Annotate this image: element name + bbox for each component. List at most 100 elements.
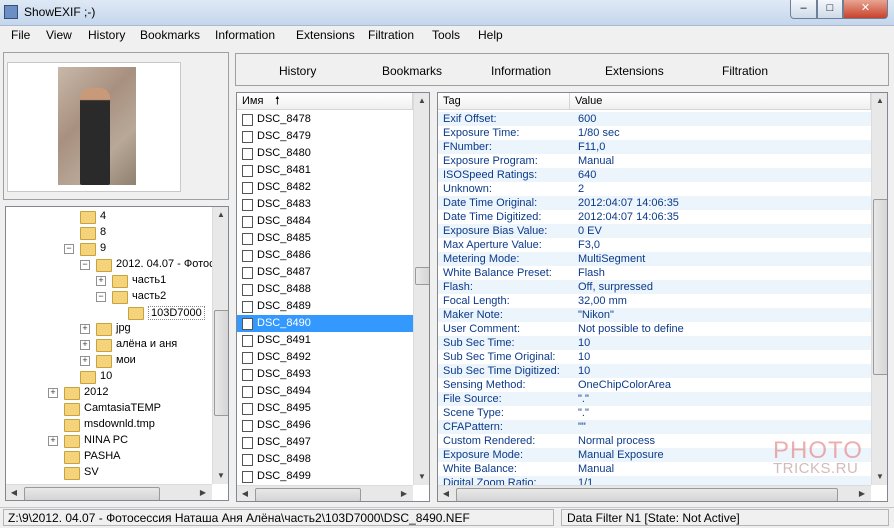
file-list-item[interactable]: DSC_8492: [237, 349, 413, 366]
file-list-item[interactable]: DSC_8482: [237, 179, 413, 196]
file-list-item[interactable]: DSC_8485: [237, 230, 413, 247]
file-list-item[interactable]: DSC_8481: [237, 162, 413, 179]
menu-history[interactable]: History: [88, 28, 125, 42]
tag-row[interactable]: FNumber: F11,0: [438, 140, 871, 154]
tag-row[interactable]: Exif Offset: 600: [438, 112, 871, 126]
tag-row[interactable]: Date Time Digitized: 2012:04:07 14:06:35: [438, 210, 871, 224]
tag-row[interactable]: White Balance Preset: Flash: [438, 266, 871, 280]
file-list-item[interactable]: DSC_8490: [237, 315, 413, 332]
file-list-item[interactable]: DSC_8479: [237, 128, 413, 145]
tag-row[interactable]: Exposure Bias Value: 0 EV: [438, 224, 871, 238]
menu-file[interactable]: File: [11, 28, 30, 42]
menu-information[interactable]: Information: [215, 28, 275, 42]
scroll-up-arrow-icon[interactable]: ▲: [872, 93, 887, 109]
file-list-item[interactable]: DSC_8494: [237, 383, 413, 400]
tag-row[interactable]: File Source: ".": [438, 392, 871, 406]
toolbar-history-button[interactable]: History: [279, 64, 316, 78]
file-list-item[interactable]: DSC_8496: [237, 417, 413, 434]
menu-tools[interactable]: Tools: [432, 28, 460, 42]
expand-icon[interactable]: +: [48, 436, 58, 446]
scroll-up-arrow-icon[interactable]: ▲: [213, 207, 228, 223]
menu-extensions[interactable]: Extensions: [296, 28, 355, 42]
tag-row[interactable]: User Comment: Not possible to define: [438, 322, 871, 336]
file-horizontal-scrollbar[interactable]: ◀ ▶: [237, 485, 413, 501]
file-list-item[interactable]: DSC_8486: [237, 247, 413, 264]
expand-icon[interactable]: +: [80, 324, 90, 334]
file-list-item[interactable]: DSC_8497: [237, 434, 413, 451]
scroll-down-arrow-icon[interactable]: ▼: [872, 469, 887, 485]
toolbar-extensions-button[interactable]: Extensions: [605, 64, 664, 78]
file-list-item[interactable]: DSC_8498: [237, 451, 413, 468]
collapse-icon[interactable]: −: [64, 244, 74, 254]
file-vertical-scrollbar[interactable]: ▲ ▼: [413, 93, 429, 485]
file-list-item[interactable]: DSC_8480: [237, 145, 413, 162]
tree-vertical-scrollbar[interactable]: ▲ ▼: [212, 207, 228, 484]
folder-tree[interactable]: 4 8−9−2012. 04.07 - Фотосе + часть1− часть2 1…: [5, 206, 229, 501]
close-button[interactable]: ✕: [843, 0, 888, 19]
tag-column-header[interactable]: Tag: [438, 93, 570, 110]
scroll-left-arrow-icon[interactable]: ◀: [237, 486, 253, 501]
file-list-item[interactable]: DSC_8499: [237, 468, 413, 485]
tag-row[interactable]: Metering Mode: MultiSegment: [438, 252, 871, 266]
tag-row[interactable]: Focal Length: 32,00 mm: [438, 294, 871, 308]
file-list-item[interactable]: DSC_8495: [237, 400, 413, 417]
tag-row[interactable]: CFAPattern: "": [438, 420, 871, 434]
file-list-item[interactable]: DSC_8478: [237, 111, 413, 128]
menu-help[interactable]: Help: [478, 28, 503, 42]
file-list[interactable]: Имя 🠕 DSC_8478 DSC_8479 DSC_8480 DSC_8481 DS…: [236, 92, 430, 502]
file-list-item[interactable]: DSC_8487: [237, 264, 413, 281]
file-list-item[interactable]: DSC_8493: [237, 366, 413, 383]
tag-row[interactable]: Sub Sec Time Original: 10: [438, 350, 871, 364]
tag-row[interactable]: Exposure Program: Manual: [438, 154, 871, 168]
menu-bookmarks[interactable]: Bookmarks: [140, 28, 200, 42]
tag-row[interactable]: Max Aperture Value: F3,0: [438, 238, 871, 252]
expand-icon[interactable]: +: [48, 388, 58, 398]
tag-hscroll-thumb[interactable]: [456, 488, 838, 501]
minimize-button[interactable]: –: [790, 0, 817, 19]
scroll-up-arrow-icon[interactable]: ▲: [414, 93, 429, 109]
tag-row[interactable]: Date Time Original: 2012:04:07 14:06:35: [438, 196, 871, 210]
expand-icon[interactable]: +: [80, 356, 90, 366]
file-list-item[interactable]: DSC_8489: [237, 298, 413, 315]
expand-icon[interactable]: +: [96, 276, 106, 286]
expand-icon[interactable]: +: [80, 340, 90, 350]
file-list-item[interactable]: DSC_8484: [237, 213, 413, 230]
tag-row[interactable]: Maker Note: "Nikon": [438, 308, 871, 322]
menu-view[interactable]: View: [46, 28, 72, 42]
tag-row[interactable]: ISOSpeed Ratings: 640: [438, 168, 871, 182]
tag-row[interactable]: Sub Sec Time Digitized: 10: [438, 364, 871, 378]
menu-filtration[interactable]: Filtration: [368, 28, 414, 42]
tree-scroll-thumb[interactable]: [214, 310, 228, 416]
file-list-item[interactable]: DSC_8488: [237, 281, 413, 298]
tree-hscroll-thumb[interactable]: [24, 487, 160, 500]
tag-vertical-scrollbar[interactable]: ▲ ▼: [871, 93, 887, 485]
value-column-header[interactable]: Value: [570, 93, 871, 110]
file-hscroll-thumb[interactable]: [255, 488, 361, 501]
file-list-item[interactable]: DSC_8491: [237, 332, 413, 349]
tag-scroll-thumb[interactable]: [873, 199, 887, 375]
scroll-down-arrow-icon[interactable]: ▼: [213, 468, 228, 484]
tag-row[interactable]: Unknown: 2: [438, 182, 871, 196]
tag-row[interactable]: Flash: Off, surpressed: [438, 280, 871, 294]
scroll-left-arrow-icon[interactable]: ◀: [6, 485, 22, 500]
tag-horizontal-scrollbar[interactable]: ◀ ▶: [438, 485, 871, 501]
toolbar-bookmarks-button[interactable]: Bookmarks: [382, 64, 442, 78]
tag-row[interactable]: Sensing Method: OneChipColorArea: [438, 378, 871, 392]
toolbar-information-button[interactable]: Information: [491, 64, 551, 78]
scroll-right-arrow-icon[interactable]: ▶: [396, 486, 412, 501]
file-scroll-thumb[interactable]: [415, 267, 429, 285]
collapse-icon[interactable]: −: [96, 292, 106, 302]
tree-horizontal-scrollbar[interactable]: ◀ ▶: [6, 484, 212, 500]
scroll-left-arrow-icon[interactable]: ◀: [438, 486, 454, 501]
scroll-right-arrow-icon[interactable]: ▶: [195, 485, 211, 500]
file-name-column-header[interactable]: Имя 🠕: [237, 93, 413, 110]
maximize-button[interactable]: □: [817, 0, 843, 19]
tag-row[interactable]: Scene Type: ".": [438, 406, 871, 420]
collapse-icon[interactable]: −: [80, 260, 90, 270]
tag-row[interactable]: Exposure Time: 1/80 sec: [438, 126, 871, 140]
scroll-right-arrow-icon[interactable]: ▶: [854, 486, 870, 501]
scroll-down-arrow-icon[interactable]: ▼: [414, 469, 429, 485]
tag-row[interactable]: Sub Sec Time: 10: [438, 336, 871, 350]
toolbar-filtration-button[interactable]: Filtration: [722, 64, 768, 78]
file-list-item[interactable]: DSC_8483: [237, 196, 413, 213]
